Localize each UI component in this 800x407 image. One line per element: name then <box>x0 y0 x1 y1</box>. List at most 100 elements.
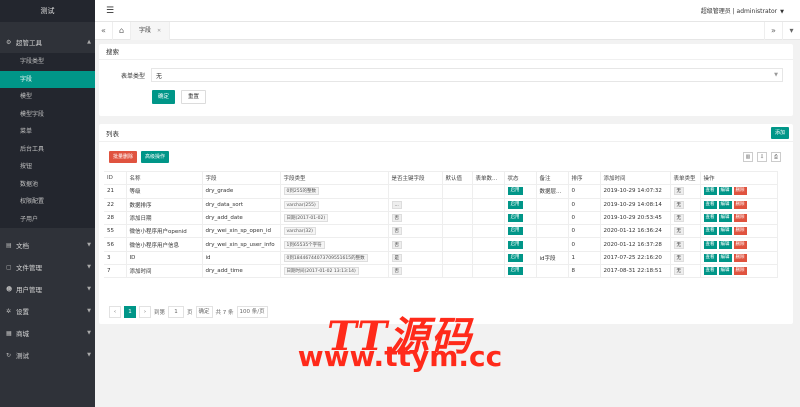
sidebar-group-files[interactable]: ▢ 文件管理 ▼ <box>0 256 95 278</box>
sidebar-item-field-type[interactable]: 字段类型 <box>0 53 95 71</box>
search-actions: 确定 重置 <box>152 90 207 104</box>
batch-delete-button[interactable]: 批量删除 <box>109 151 138 163</box>
cell-remark <box>536 224 569 239</box>
goto-confirm-button[interactable]: 确定 <box>195 306 213 318</box>
sidebar-item-sub-users[interactable]: 子用户 <box>0 211 95 229</box>
edit-button[interactable]: 编辑 <box>718 227 732 236</box>
sidebar-item-admin-tools[interactable]: 后台工具 <box>0 141 95 159</box>
scroll-right-icon[interactable]: » <box>764 21 782 40</box>
status-badge[interactable]: 启用 <box>507 200 523 209</box>
scroll-left-icon[interactable]: « <box>95 21 113 40</box>
sidebar-group-test[interactable]: ↻ 测试 ▼ <box>0 344 95 366</box>
sidebar-item-field[interactable]: 字段 <box>0 70 95 88</box>
edit-button[interactable]: 编辑 <box>718 200 732 209</box>
gear-icon: ⚙ <box>6 38 12 46</box>
form-type-badge: 无 <box>673 187 684 196</box>
sidebar-group-users[interactable]: ☻ 用户管理 ▼ <box>0 278 95 300</box>
page-1-button[interactable]: 1 <box>124 306 136 318</box>
cell-remark <box>536 211 569 226</box>
sidebar-group-settings[interactable]: ✲ 设置 ▼ <box>0 300 95 322</box>
sidebar-item-data-pool[interactable]: 数据池 <box>0 176 95 194</box>
next-page-icon[interactable]: › <box>139 306 151 318</box>
view-button[interactable]: 查看 <box>703 200 717 209</box>
status-badge[interactable]: 启用 <box>507 187 523 196</box>
form-type-badge: 无 <box>673 240 684 249</box>
cell-status: 启用 <box>504 184 537 199</box>
search-panel: 搜索 表单类型 无 ▼ 确定 重置 <box>99 44 793 116</box>
refresh-icon: ↻ <box>6 351 12 359</box>
edit-button[interactable]: 编辑 <box>718 240 732 249</box>
goto-page-input[interactable]: 1 <box>168 306 185 318</box>
cell-default <box>442 251 473 266</box>
cell-sort: 0 <box>568 211 601 226</box>
delete-button[interactable]: 删除 <box>733 240 747 249</box>
cell-form-type: 无 <box>670 211 701 226</box>
goto-label: 到第 <box>154 310 166 316</box>
sidebar-group-admin-tools[interactable]: ⚙ 超管工具 ▲ <box>0 31 95 53</box>
cell-field-type: 日期时间(2017-01-02 13:13:14) <box>280 264 389 279</box>
edit-button[interactable]: 编辑 <box>718 253 732 262</box>
sidebar-item-model-field[interactable]: 模型字段 <box>0 106 95 124</box>
cell-sort: 0 <box>568 237 601 252</box>
edit-button[interactable]: 编辑 <box>718 187 732 196</box>
status-badge[interactable]: 启用 <box>507 240 523 249</box>
list-header: 列表 添加 <box>99 124 793 142</box>
delete-button[interactable]: 删除 <box>733 200 747 209</box>
form-type-select[interactable]: 无 ▼ <box>151 68 783 82</box>
sidebar-group-shop[interactable]: ▦ 商城 ▼ <box>0 322 95 344</box>
columns-icon[interactable]: ▥ <box>743 152 753 162</box>
document-icon: ▤ <box>6 241 12 249</box>
status-badge[interactable]: 启用 <box>507 214 523 223</box>
delete-button[interactable]: 删除 <box>733 187 747 196</box>
view-button[interactable]: 查看 <box>703 214 717 223</box>
sidebar-group-docs[interactable]: ▤ 文档 ▼ <box>0 234 95 256</box>
status-badge[interactable]: 启用 <box>507 227 523 236</box>
cell-default <box>442 211 473 226</box>
close-icon[interactable]: ✕ <box>157 22 161 40</box>
cell-form-data <box>472 211 505 226</box>
col-field-type: 字段类型 <box>280 170 389 186</box>
home-icon[interactable]: ⌂ <box>113 21 131 40</box>
field-type-tag: 日期时间(2017-01-02 13:13:14) <box>283 267 359 276</box>
form-type-badge: 无 <box>673 267 684 276</box>
export-icon[interactable]: ⇩ <box>757 152 767 162</box>
delete-button[interactable]: 删除 <box>733 253 747 262</box>
delete-button[interactable]: 删除 <box>733 214 747 223</box>
view-button[interactable]: 查看 <box>703 187 717 196</box>
status-badge[interactable]: 启用 <box>507 253 523 262</box>
view-button[interactable]: 查看 <box>703 253 717 262</box>
view-button[interactable]: 查看 <box>703 267 717 276</box>
edit-button[interactable]: 编辑 <box>718 267 732 276</box>
cell-name: 微信小程序用户信息 <box>126 237 203 252</box>
add-button[interactable]: 添加 <box>770 126 789 139</box>
form-type-label: 表单类型 <box>120 72 145 80</box>
advanced-button[interactable]: 高级操作 <box>141 151 170 163</box>
status-badge[interactable]: 启用 <box>507 267 523 276</box>
table-row: 22 数据排序 dry_data_sort varchar(255)... 启用 0 201… <box>104 198 778 212</box>
edit-button[interactable]: 编辑 <box>718 214 732 223</box>
cell-default <box>442 237 473 252</box>
prev-page-icon[interactable]: ‹ <box>109 306 121 318</box>
reset-button[interactable]: 重置 <box>181 90 207 104</box>
print-icon[interactable]: ⎙ <box>771 152 781 162</box>
delete-button[interactable]: 删除 <box>733 227 747 236</box>
cell-status: 启用 <box>504 224 537 239</box>
view-button[interactable]: 查看 <box>703 227 717 236</box>
sidebar-item-button[interactable]: 按钮 <box>0 158 95 176</box>
list-panel: 列表 添加 批量删除 高级操作 ▥ ⇩ ⎙ ID 名称 字段 字段类型 是否主键… <box>99 124 793 324</box>
tab-field[interactable]: 字段 ✕ <box>131 21 171 40</box>
menu-toggle-icon[interactable]: ☰ <box>106 6 114 16</box>
confirm-button[interactable]: 确定 <box>152 90 176 104</box>
delete-button[interactable]: 删除 <box>733 267 747 276</box>
cell-default <box>442 198 473 212</box>
sidebar-item-permissions[interactable]: 权限配置 <box>0 193 95 211</box>
form-type-row: 表单类型 无 ▼ <box>99 68 793 82</box>
view-button[interactable]: 查看 <box>703 240 717 249</box>
cell-status: 启用 <box>504 237 537 252</box>
cell-default <box>442 184 473 199</box>
cell-remark: 数据层... <box>536 184 569 199</box>
user-menu[interactable]: 超级管理员 | administrator ▼ <box>701 6 784 15</box>
sidebar-item-menu[interactable]: 菜单 <box>0 123 95 141</box>
sidebar-item-model[interactable]: 模型 <box>0 88 95 106</box>
tab-menu-icon[interactable]: ▾ <box>782 21 800 40</box>
